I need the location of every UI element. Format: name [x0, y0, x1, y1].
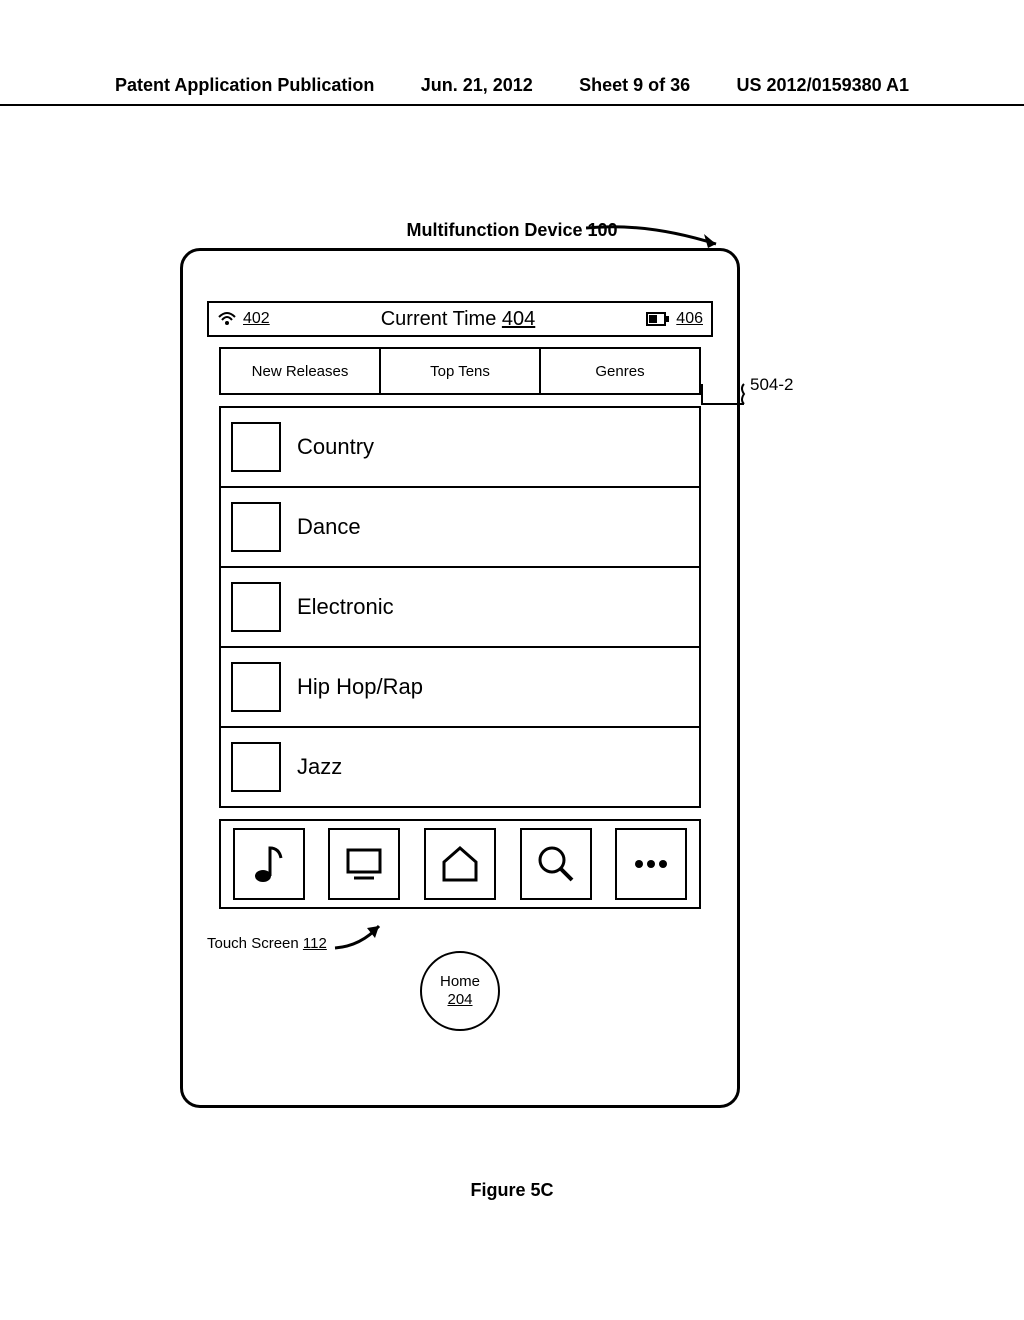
thumbnail-icon [231, 422, 281, 472]
list-item-label: Country [297, 434, 374, 460]
pub-date: Jun. 21, 2012 [421, 75, 533, 96]
tab-new-releases[interactable]: New Releases [219, 347, 381, 395]
home-ref: 204 [447, 991, 472, 1009]
list-item[interactable]: Electronic [221, 568, 699, 648]
tab-label: Top Tens [430, 363, 490, 380]
status-center: Current Time 404 [381, 308, 536, 331]
time-label: Current Time [381, 308, 497, 330]
callout-lead-line [700, 382, 750, 412]
thumbnail-icon [231, 742, 281, 792]
signal-ref: 402 [243, 310, 270, 328]
touch-screen-label: Touch Screen 112 [207, 935, 327, 952]
arrow-icon [331, 918, 391, 954]
tab-label: Genres [595, 363, 644, 380]
tab-genres[interactable]: Genres [541, 347, 701, 395]
touch-ref: 112 [303, 935, 327, 952]
status-left: 402 [217, 310, 270, 328]
battery-icon [646, 312, 670, 326]
home-button[interactable]: Home 204 [420, 951, 500, 1031]
pub-sheet: Sheet 9 of 36 [579, 75, 690, 96]
list-item[interactable]: Jazz [221, 728, 699, 808]
video-icon [342, 846, 386, 882]
page-header: Patent Application Publication Jun. 21, … [0, 75, 1024, 106]
list-item-label: Hip Hop/Rap [297, 674, 423, 700]
thumbnail-icon [231, 662, 281, 712]
bottom-toolbar [219, 819, 701, 909]
pub-number: US 2012/0159380 A1 [737, 75, 909, 96]
search-button[interactable] [520, 828, 592, 900]
list-item-label: Dance [297, 514, 361, 540]
home-nav-button[interactable] [424, 828, 496, 900]
battery-ref: 406 [676, 310, 703, 328]
home-label: Home [440, 973, 480, 991]
list-item-label: Jazz [297, 754, 342, 780]
music-note-icon [251, 842, 287, 886]
status-bar: 402 Current Time 404 406 [207, 301, 713, 337]
tab-label: New Releases [252, 363, 349, 380]
more-icon [629, 854, 673, 874]
video-button[interactable] [328, 828, 400, 900]
search-icon [534, 842, 578, 886]
touch-label-text: Touch Screen [207, 935, 299, 952]
wifi-icon [217, 311, 237, 327]
list-item[interactable]: Hip Hop/Rap [221, 648, 699, 728]
home-icon [438, 844, 482, 884]
thumbnail-icon [231, 582, 281, 632]
music-button[interactable] [233, 828, 305, 900]
status-right: 406 [646, 310, 703, 328]
pub-type: Patent Application Publication [115, 75, 374, 96]
device-frame: 402 Current Time 404 406 New Releases To… [180, 248, 740, 1108]
tab-top-tens[interactable]: Top Tens [381, 347, 541, 395]
list-item[interactable]: Country [221, 408, 699, 488]
callout-ref: 504-2 [750, 375, 793, 395]
device-label: Multifunction Device 100 [0, 220, 1024, 241]
genre-list: Country Dance Electronic Hip Hop/Rap Jaz… [219, 406, 701, 808]
thumbnail-icon [231, 502, 281, 552]
time-ref: 404 [502, 308, 535, 330]
tab-bar: New Releases Top Tens Genres [219, 347, 701, 395]
list-item-label: Electronic [297, 594, 394, 620]
figure-caption: Figure 5C [0, 1180, 1024, 1201]
list-item[interactable]: Dance [221, 488, 699, 568]
more-button[interactable] [615, 828, 687, 900]
